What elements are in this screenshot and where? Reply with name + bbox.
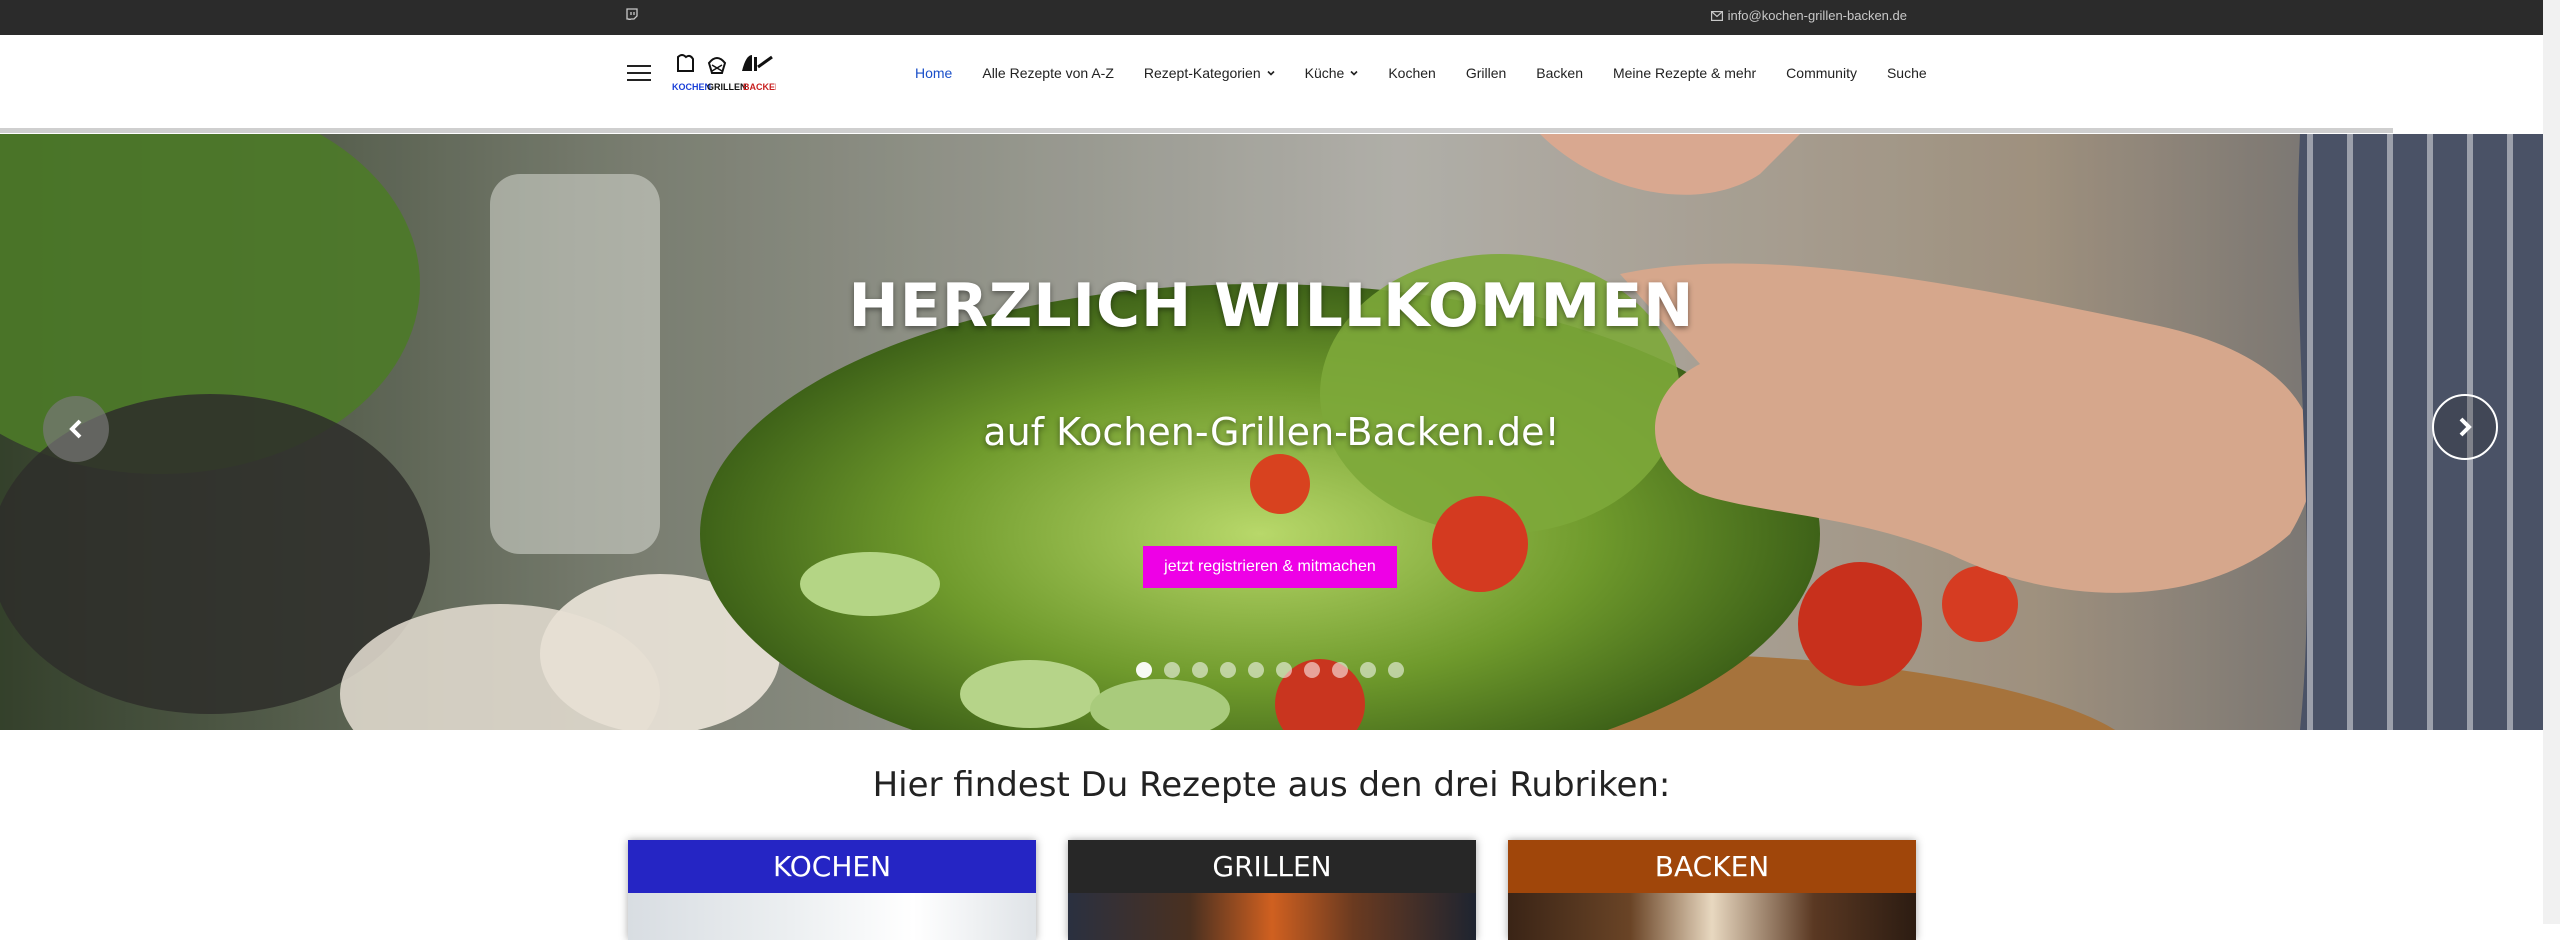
slider-pagination bbox=[1136, 662, 1404, 678]
slider-dot[interactable] bbox=[1192, 662, 1208, 678]
register-button[interactable]: jetzt registrieren & mitmachen bbox=[1143, 546, 1397, 588]
slider-next-button[interactable] bbox=[2432, 394, 2498, 460]
slider-dot[interactable] bbox=[1248, 662, 1264, 678]
nav-backen[interactable]: Backen bbox=[1521, 65, 1598, 81]
nav-home[interactable]: Home bbox=[900, 65, 967, 81]
main-navigation: Home Alle Rezepte von A-Z Rezept-Kategor… bbox=[900, 65, 1942, 81]
nav-grillen[interactable]: Grillen bbox=[1451, 65, 1521, 81]
email-text[interactable]: info@kochen-grillen-backen.de bbox=[1728, 8, 1907, 23]
hero-slider: HERZLICH WILLKOMMEN auf Kochen-Grillen-B… bbox=[0, 134, 2543, 730]
section-title: Hier findest Du Rezepte aus den drei Rub… bbox=[872, 765, 1671, 805]
category-card-backen[interactable]: BACKEN bbox=[1508, 840, 1916, 940]
nav-kochen[interactable]: Kochen bbox=[1373, 65, 1450, 81]
chevron-right-icon bbox=[2459, 417, 2472, 437]
slider-dot[interactable] bbox=[1388, 662, 1404, 678]
contact-email[interactable]: info@kochen-grillen-backen.de bbox=[1710, 8, 1907, 23]
card-title[interactable]: KOCHEN bbox=[628, 840, 1036, 893]
slider-dot[interactable] bbox=[1164, 662, 1180, 678]
twitch-icon[interactable] bbox=[626, 8, 638, 20]
slider-dot[interactable] bbox=[1136, 662, 1152, 678]
chevron-left-icon bbox=[69, 419, 82, 439]
slider-dot[interactable] bbox=[1304, 662, 1320, 678]
slider-prev-button[interactable] bbox=[43, 396, 109, 462]
scrollbar[interactable] bbox=[2543, 0, 2560, 924]
hamburger-line bbox=[627, 65, 651, 67]
slider-dot[interactable] bbox=[1360, 662, 1376, 678]
nav-label[interactable]: Rezept-Kategorien bbox=[1144, 65, 1261, 81]
menu-toggle-button[interactable] bbox=[627, 65, 651, 83]
chevron-down-icon bbox=[1350, 70, 1358, 76]
logo-word-grillen: GRILLEN bbox=[707, 82, 747, 92]
slider-dot[interactable] bbox=[1332, 662, 1348, 678]
card-image[interactable] bbox=[628, 893, 1036, 940]
nav-label[interactable]: Alle Rezepte von A-Z bbox=[982, 65, 1114, 81]
top-bar: info@kochen-grillen-backen.de bbox=[0, 0, 2543, 35]
nav-label[interactable]: Backen bbox=[1536, 65, 1583, 81]
hero-title: HERZLICH WILLKOMMEN bbox=[848, 271, 1695, 341]
category-card-grillen[interactable]: GRILLEN bbox=[1068, 840, 1476, 940]
envelope-icon bbox=[1710, 10, 1723, 21]
hamburger-line bbox=[627, 72, 651, 74]
nav-search[interactable]: Suche bbox=[1872, 65, 1942, 81]
card-title[interactable]: GRILLEN bbox=[1068, 840, 1476, 893]
header-divider bbox=[0, 128, 2393, 133]
hamburger-line bbox=[627, 79, 651, 81]
nav-kueche[interactable]: Küche bbox=[1290, 65, 1374, 81]
main-header: KOCHEN GRILLEN BACKEN Home Alle Rezepte … bbox=[0, 35, 2543, 125]
slider-dot[interactable] bbox=[1220, 662, 1236, 678]
logo-word-kochen: KOCHEN bbox=[672, 82, 711, 92]
nav-label[interactable]: Kochen bbox=[1388, 65, 1435, 81]
nav-label[interactable]: Community bbox=[1786, 65, 1857, 81]
chevron-down-icon bbox=[1267, 70, 1275, 76]
nav-my-recipes[interactable]: Meine Rezepte & mehr bbox=[1598, 65, 1771, 81]
site-logo[interactable]: KOCHEN GRILLEN BACKEN bbox=[672, 53, 776, 95]
card-title[interactable]: BACKEN bbox=[1508, 840, 1916, 893]
category-card-kochen[interactable]: KOCHEN bbox=[628, 840, 1036, 940]
nav-label[interactable]: Home bbox=[915, 65, 952, 81]
nav-recipes-a-z[interactable]: Alle Rezepte von A-Z bbox=[967, 65, 1129, 81]
nav-recipe-categories[interactable]: Rezept-Kategorien bbox=[1129, 65, 1290, 81]
hero-subtitle: auf Kochen-Grillen-Backen.de! bbox=[983, 410, 1560, 454]
nav-label[interactable]: Küche bbox=[1305, 65, 1345, 81]
nav-label[interactable]: Grillen bbox=[1466, 65, 1506, 81]
slider-dot[interactable] bbox=[1276, 662, 1292, 678]
nav-label[interactable]: Suche bbox=[1887, 65, 1927, 81]
logo-word-backen: BACKEN bbox=[743, 82, 776, 92]
nav-label[interactable]: Meine Rezepte & mehr bbox=[1613, 65, 1756, 81]
nav-community[interactable]: Community bbox=[1771, 65, 1872, 81]
card-image[interactable] bbox=[1068, 893, 1476, 940]
card-image[interactable] bbox=[1508, 893, 1916, 940]
